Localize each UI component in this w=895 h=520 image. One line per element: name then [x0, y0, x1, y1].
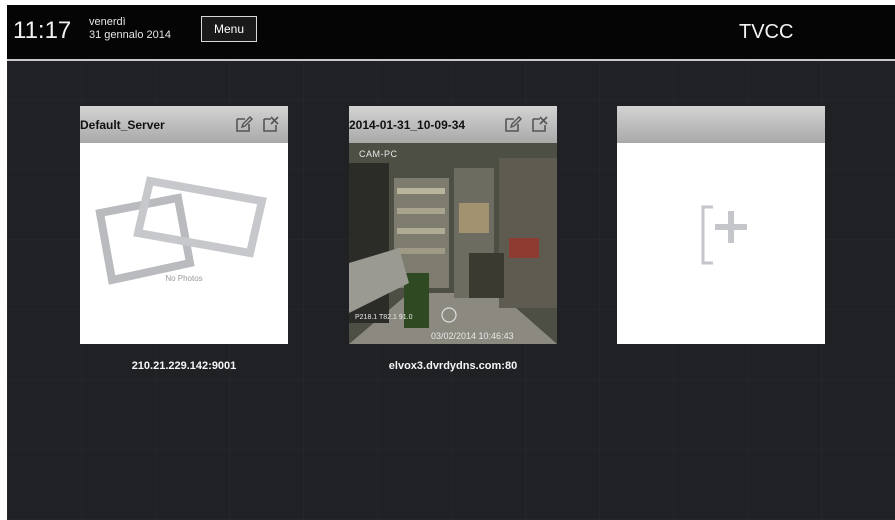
server-tile-default[interactable]: Default_Server No Photos: [80, 106, 288, 344]
date-label: 31 gennalo 2014: [89, 29, 171, 41]
top-bar: 11:17 venerdì 31 gennalo 2014 Menu TVCC: [7, 5, 895, 61]
no-photos-icon: [95, 176, 267, 285]
camera-label: CAM-PC: [359, 149, 398, 159]
server-address: elvox3.dvrdydns.com:80: [388, 360, 518, 372]
delete-icon[interactable]: [262, 115, 280, 133]
tile-preview: No Photos: [80, 143, 288, 344]
server-address: 210.21.229.142:9001: [131, 360, 237, 372]
add-server-icon[interactable]: [617, 143, 825, 344]
menu-button[interactable]: Menu: [194, 10, 276, 48]
tile-preview: CAM-PC P218.1 T82.1 91.0 03/02/2014 10:4…: [349, 143, 557, 344]
app-title: TVCC: [739, 21, 794, 43]
edit-icon[interactable]: [504, 115, 522, 133]
tvcc-screen: 11:17 venerdì 31 gennalo 2014 Menu TVCC …: [7, 5, 895, 520]
server-name: Default_Server: [80, 118, 165, 132]
server-tile-camera[interactable]: 2014-01-31_10-09-34 CAM-PC P218.1 T82.1 …: [349, 106, 557, 344]
edit-icon[interactable]: [235, 115, 253, 133]
clock-time: 11:17: [13, 17, 72, 44]
no-photos-label: No Photos: [165, 274, 203, 283]
clock-date: venerdì 31 gennalo 2014: [89, 16, 171, 42]
tile-header: [617, 106, 825, 143]
camera-status-text: P218.1 T82.1 91.0: [355, 314, 413, 321]
camera-timestamp: 03/02/2014 10:46:43: [431, 331, 514, 341]
add-server-tile[interactable]: [617, 106, 825, 344]
tile-header: 2014-01-31_10-09-34: [349, 106, 557, 143]
weekday-label: venerdì: [89, 16, 126, 28]
tile-preview: [617, 143, 825, 344]
tile-header: Default_Server: [80, 106, 288, 143]
delete-icon[interactable]: [531, 115, 549, 133]
server-name: 2014-01-31_10-09-34: [349, 118, 466, 132]
